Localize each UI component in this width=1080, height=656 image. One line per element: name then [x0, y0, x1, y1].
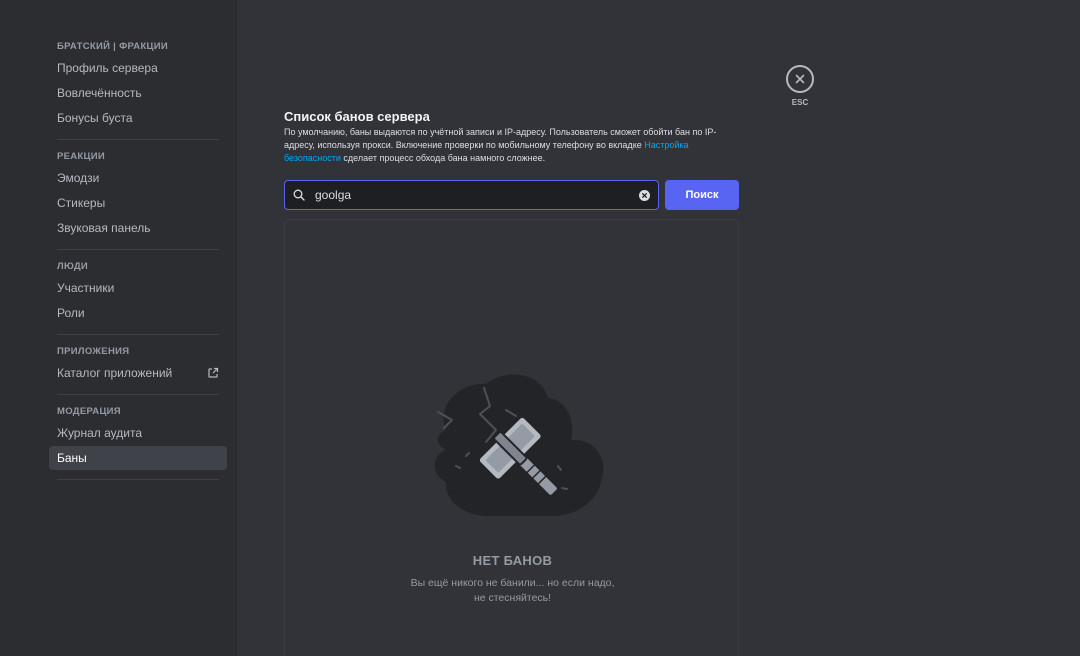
sidebar-item-label: Журнал аудита	[57, 426, 143, 440]
sidebar-item-label: Вовлечённость	[57, 86, 142, 100]
sidebar-item-app-directory[interactable]: Каталог приложений	[49, 361, 227, 385]
search-button[interactable]: Поиск	[665, 180, 739, 210]
sidebar-item-engagement[interactable]: Вовлечённость	[49, 81, 227, 105]
page-description: По умолчанию, баны выдаются по учётной з…	[284, 126, 739, 165]
section-header-expressions: Реакции	[57, 151, 106, 162]
divider	[57, 334, 219, 335]
close-control: ESC	[786, 65, 814, 107]
sidebar-item-server-profile[interactable]: Профиль сервера	[49, 56, 227, 80]
ban-list-panel: НЕТ БАНОВ Вы ещё никого не банили... но …	[284, 219, 739, 656]
sidebar-item-soundboard[interactable]: Звуковая панель	[49, 216, 227, 240]
ban-hammer-illustration	[434, 374, 604, 516]
sidebar-item-stickers[interactable]: Стикеры	[49, 191, 227, 215]
sidebar-item-boost-perks[interactable]: Бонусы буста	[49, 106, 227, 130]
close-button[interactable]	[786, 65, 814, 93]
sidebar-item-label: Участники	[57, 281, 115, 295]
sidebar-item-members[interactable]: Участники	[49, 276, 227, 300]
section-header-apps: Приложения	[57, 346, 130, 357]
search-icon	[293, 189, 305, 201]
sidebar-item-bans[interactable]: Баны	[49, 446, 227, 470]
search-box[interactable]	[284, 180, 659, 210]
description-text: сделает процесс обхода бана намного слож…	[340, 153, 546, 163]
settings-window: Братский | Фракции Профиль сервера Вовле…	[0, 0, 1080, 656]
page-title: Список банов сервера	[284, 109, 430, 124]
close-icon	[795, 74, 805, 84]
sidebar-item-label: Баны	[57, 451, 87, 465]
clear-icon[interactable]	[639, 189, 650, 201]
sidebar-item-emoji[interactable]: Эмодзи	[49, 166, 227, 190]
sidebar-item-label: Роли	[57, 306, 85, 320]
sidebar-item-label: Бонусы буста	[57, 111, 133, 125]
sidebar-nav: Братский | Фракции Профиль сервера Вовле…	[49, 38, 227, 488]
sidebar-item-label: Эмодзи	[57, 171, 100, 185]
esc-label: ESC	[791, 98, 809, 107]
divider	[57, 479, 219, 480]
sidebar-item-roles[interactable]: Роли	[49, 301, 227, 325]
divider	[57, 249, 219, 250]
section-header-moderation: Модерация	[57, 406, 121, 417]
settings-sidebar: Братский | Фракции Профиль сервера Вовле…	[0, 0, 237, 656]
external-link-icon	[208, 367, 219, 378]
section-header-people: Люди	[57, 261, 89, 272]
search-input[interactable]	[315, 188, 639, 202]
empty-state-text: Вы ещё никого не банили... но если надо,…	[285, 576, 740, 606]
divider	[57, 139, 219, 140]
sidebar-item-label: Звуковая панель	[57, 221, 151, 235]
sidebar-item-label: Профиль сервера	[57, 61, 158, 75]
empty-state-line: не стесняйтесь!	[473, 592, 552, 604]
divider	[57, 394, 219, 395]
sidebar-item-audit-log[interactable]: Журнал аудита	[49, 421, 227, 445]
empty-state-line: Вы ещё никого не банили... но если надо,	[410, 577, 615, 589]
section-header-server: Братский | Фракции	[57, 41, 169, 52]
sidebar-item-label: Стикеры	[57, 196, 106, 210]
sidebar-item-label: Каталог приложений	[57, 366, 173, 380]
empty-state-title: НЕТ БАНОВ	[472, 553, 553, 568]
